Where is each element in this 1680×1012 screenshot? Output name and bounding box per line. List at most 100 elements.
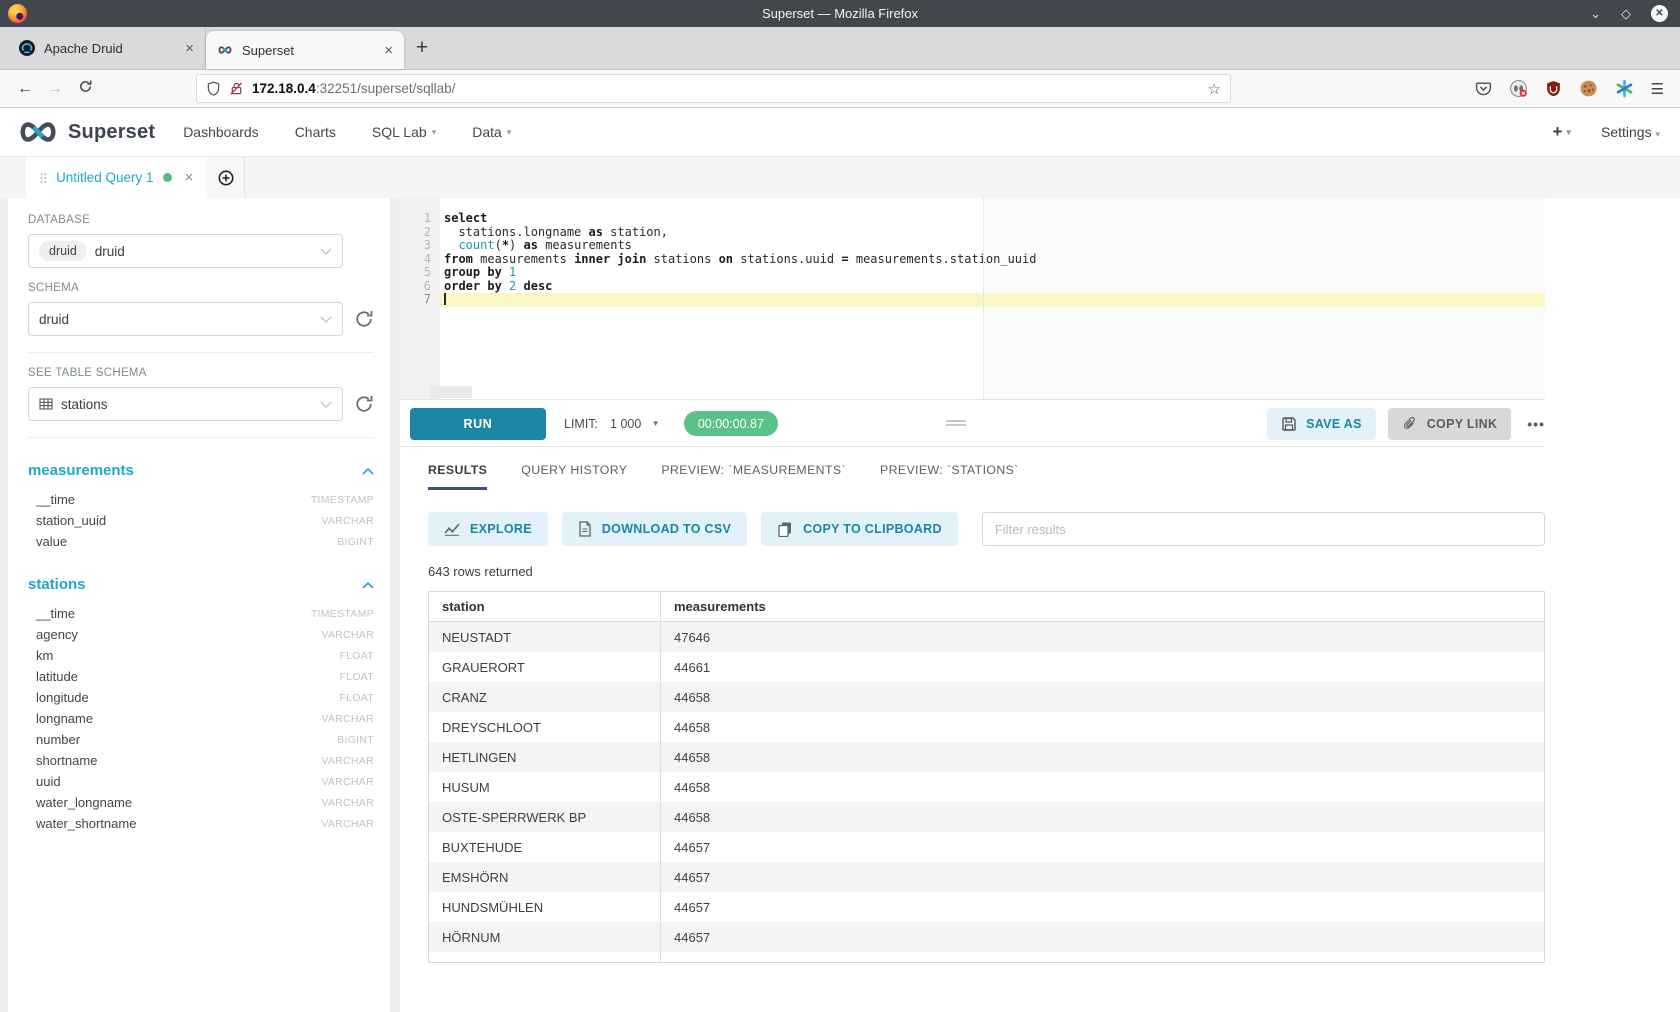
- code-line[interactable]: count(*) as measurements: [440, 239, 1545, 253]
- ublock-icon[interactable]: [1545, 80, 1562, 97]
- sql-editor[interactable]: 1234567 select stations.longname as stat…: [400, 198, 1680, 400]
- schema-table-section-stations[interactable]: stations: [28, 576, 374, 593]
- nav-data[interactable]: Data▾: [472, 124, 511, 140]
- tab-close-icon[interactable]: ×: [185, 40, 194, 57]
- query-tab-title[interactable]: Untitled Query 1: [56, 170, 154, 185]
- pane-splitter-grip[interactable]: [946, 420, 966, 428]
- druid-favicon: [19, 40, 35, 56]
- database-badge: druid: [39, 241, 87, 261]
- tab-query-history[interactable]: QUERY HISTORY: [521, 463, 627, 490]
- schema-column-row: longnameVARCHAR: [28, 708, 374, 729]
- account-mask-icon[interactable]: [1509, 79, 1528, 98]
- browser-tab-apache-druid[interactable]: Apache Druid ×: [8, 27, 206, 69]
- new-tab-button[interactable]: +: [404, 27, 440, 69]
- column-type: VARCHAR: [321, 797, 374, 809]
- schema-select[interactable]: druid: [28, 302, 343, 336]
- settings-menu[interactable]: Settings ▾: [1601, 124, 1660, 140]
- table-row[interactable]: DREYSCHLOOT44658: [429, 712, 1544, 742]
- code-line[interactable]: order by 2 desc: [440, 280, 1545, 294]
- table-row[interactable]: OSTE-SPERRWERK BP44658: [429, 802, 1544, 832]
- nav-dashboards[interactable]: Dashboards: [183, 124, 259, 140]
- table-row[interactable]: GRAUERORT44661: [429, 652, 1544, 682]
- copy-to-clipboard-button[interactable]: COPY TO CLIPBOARD: [761, 512, 958, 546]
- schema-table-name[interactable]: stations: [28, 576, 86, 593]
- nav-charts[interactable]: Charts: [295, 124, 336, 140]
- window-maximize-button[interactable]: ◇: [1621, 7, 1631, 20]
- cell-measurements: 47646: [661, 622, 1544, 652]
- back-button[interactable]: ←: [10, 80, 40, 98]
- column-type: BIGINT: [337, 536, 374, 548]
- insecure-lock-icon[interactable]: [229, 81, 244, 96]
- extension-asterisk-icon[interactable]: [1615, 79, 1634, 98]
- new-query-tab-button[interactable]: [207, 157, 245, 198]
- column-name: station_uuid: [36, 513, 106, 528]
- table-row[interactable]: NEUSTADT47646: [429, 622, 1544, 652]
- nav-sql-lab[interactable]: SQL Lab▾: [372, 124, 436, 140]
- run-button[interactable]: RUN: [410, 408, 546, 440]
- column-name: uuid: [36, 774, 61, 789]
- tab-preview-measurements[interactable]: PREVIEW: `MEASUREMENTS`: [661, 463, 846, 490]
- tab-preview-stations[interactable]: PREVIEW: `STATIONS`: [880, 463, 1019, 490]
- add-new-button[interactable]: +▾: [1553, 122, 1571, 142]
- table-row[interactable]: HUNDSMÜHLEN44657: [429, 892, 1544, 922]
- schema-table-section-measurements[interactable]: measurements: [28, 462, 374, 479]
- chevron-up-icon[interactable]: [362, 467, 374, 475]
- table-select[interactable]: stations: [28, 387, 343, 421]
- query-tab-close-icon[interactable]: ×: [185, 169, 194, 186]
- filter-results-input[interactable]: [982, 512, 1545, 546]
- table-row[interactable]: HÖRNUM44657: [429, 922, 1544, 952]
- column-name: longitude: [36, 690, 89, 705]
- drag-handle-icon[interactable]: [40, 172, 47, 184]
- schema-table-name[interactable]: measurements: [28, 462, 134, 479]
- tracking-shield-icon[interactable]: [206, 81, 221, 96]
- forward-button[interactable]: →: [40, 80, 70, 98]
- table-row[interactable]: EMSHÖRN44657: [429, 862, 1544, 892]
- database-select[interactable]: druid druid: [28, 234, 343, 268]
- browser-tab-superset[interactable]: Superset ×: [206, 31, 404, 69]
- column-header-station[interactable]: station: [429, 592, 661, 621]
- table-row[interactable]: CRANZ44658: [429, 682, 1544, 712]
- table-row[interactable]: KRAUTSAND44657: [429, 952, 1544, 963]
- column-header-measurements[interactable]: measurements: [661, 592, 1544, 621]
- explore-button[interactable]: EXPLORE: [428, 512, 548, 546]
- print-margin-line: [983, 198, 984, 399]
- copy-link-button[interactable]: COPY LINK: [1388, 408, 1512, 440]
- limit-control[interactable]: LIMIT: 1 000 ▾: [564, 417, 658, 431]
- table-row[interactable]: BUXTEHUDE44657: [429, 832, 1544, 862]
- download-csv-button[interactable]: DOWNLOAD TO CSV: [562, 512, 747, 546]
- cookie-icon[interactable]: [1579, 79, 1598, 98]
- code-line[interactable]: stations.longname as station,: [440, 226, 1545, 240]
- query-tab[interactable]: Untitled Query 1 ×: [26, 157, 207, 198]
- refresh-tables-icon[interactable]: [354, 394, 374, 414]
- window-minimize-button[interactable]: ⌄: [1590, 7, 1601, 20]
- superset-logo[interactable]: [16, 119, 60, 145]
- window-close-button[interactable]: ✕: [1651, 5, 1668, 22]
- url-bar[interactable]: 172.18.0.4:32251/superset/sqllab/ ☆: [196, 74, 1231, 103]
- schema-column-row: water_longnameVARCHAR: [28, 792, 374, 813]
- table-row[interactable]: HUSUM44658: [429, 772, 1544, 802]
- url-host: 172.18.0.4: [252, 81, 316, 96]
- editor-scrollbar-thumb[interactable]: [430, 386, 472, 398]
- refresh-schema-icon[interactable]: [354, 309, 374, 329]
- pocket-icon[interactable]: [1475, 80, 1492, 97]
- table-row[interactable]: HETLINGEN44658: [429, 742, 1544, 772]
- chevron-down-icon: [320, 316, 332, 323]
- column-type: VARCHAR: [321, 776, 374, 788]
- reload-button[interactable]: [70, 79, 100, 99]
- file-icon: [578, 521, 592, 537]
- code-line[interactable]: from measurements inner join stations on…: [440, 253, 1545, 267]
- column-type: VARCHAR: [321, 755, 374, 767]
- tab-results[interactable]: RESULTS: [428, 463, 487, 490]
- menu-icon[interactable]: ☰: [1651, 80, 1664, 98]
- save-as-button[interactable]: SAVE AS: [1267, 408, 1376, 440]
- bookmark-star-icon[interactable]: ☆: [1208, 80, 1221, 98]
- editor-code[interactable]: select stations.longname as station, cou…: [440, 198, 1545, 307]
- query-status-dot: [163, 173, 172, 182]
- tab-close-icon[interactable]: ×: [384, 42, 393, 59]
- chevron-up-icon[interactable]: [362, 581, 374, 589]
- more-menu-button[interactable]: •••: [1527, 416, 1545, 432]
- brand-name[interactable]: Superset: [68, 121, 155, 144]
- code-line[interactable]: select: [440, 212, 1545, 226]
- code-line[interactable]: group by 1: [440, 266, 1545, 280]
- code-line[interactable]: [440, 293, 1545, 307]
